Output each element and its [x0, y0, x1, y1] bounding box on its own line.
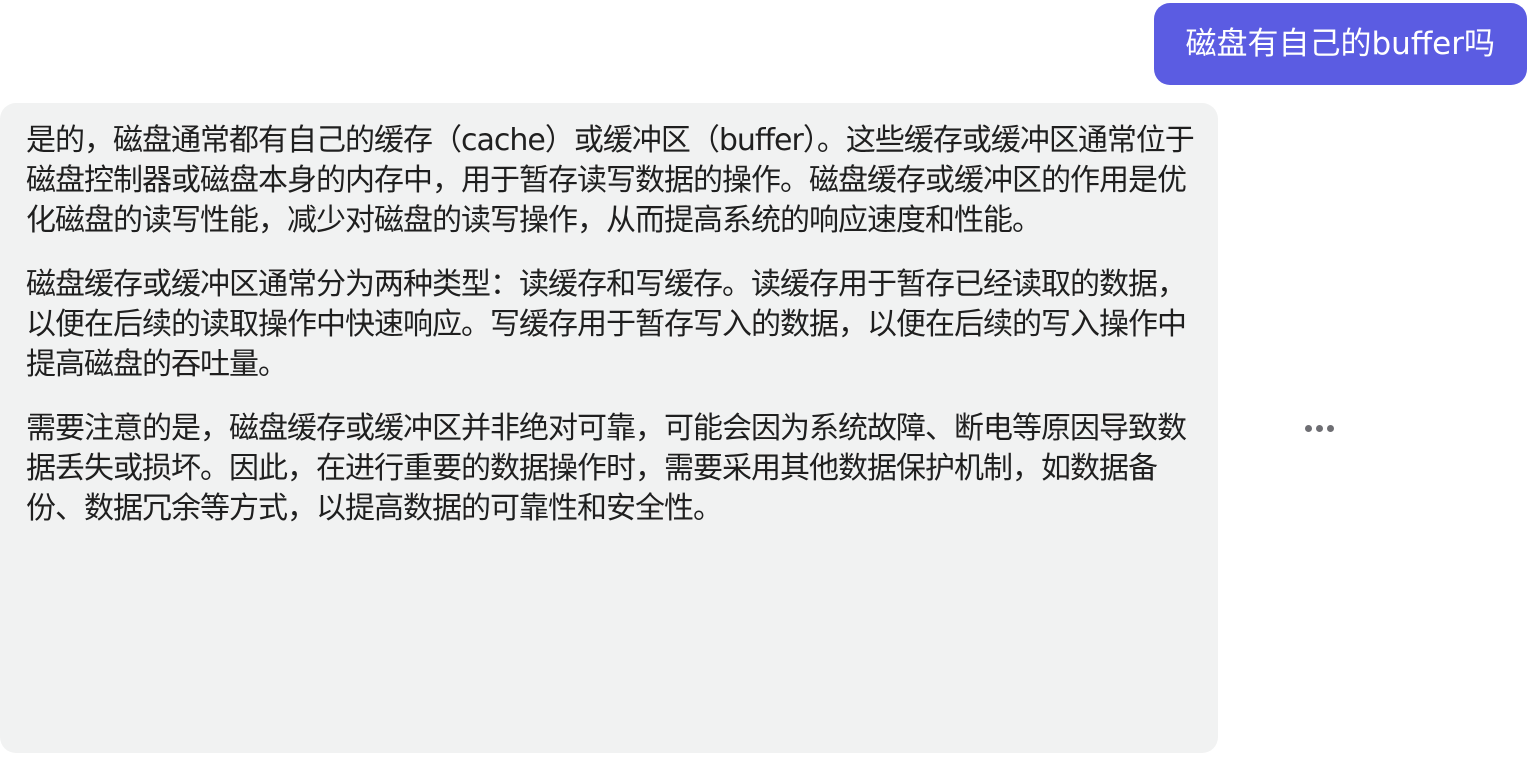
more-options-button[interactable]	[1295, 415, 1343, 441]
assistant-paragraph-1: 是的，磁盘通常都有自己的缓存（cache）或缓冲区（buffer）。这些缓存或缓…	[26, 123, 1195, 238]
chat-thread: 磁盘有自己的buffer吗 是的，磁盘通常都有自己的缓存（cache）或缓冲区（…	[0, 0, 1539, 773]
more-horizontal-icon-dot	[1326, 424, 1334, 432]
user-message-bubble: 磁盘有自己的buffer吗	[1153, 3, 1527, 85]
assistant-paragraph-3: 需要注意的是，磁盘缓存或缓冲区并非绝对可靠，可能会因为系统故障、断电等原因导致数…	[26, 411, 1187, 526]
assistant-message-bubble: 是的，磁盘通常都有自己的缓存（cache）或缓冲区（buffer）。这些缓存或缓…	[0, 103, 1218, 753]
more-horizontal-icon	[1304, 424, 1312, 432]
assistant-paragraph-2: 磁盘缓存或缓冲区通常分为两种类型：读缓存和写缓存。读缓存用于暂存已经读取的数据，…	[26, 267, 1187, 382]
more-horizontal-icon-dot	[1315, 424, 1323, 432]
